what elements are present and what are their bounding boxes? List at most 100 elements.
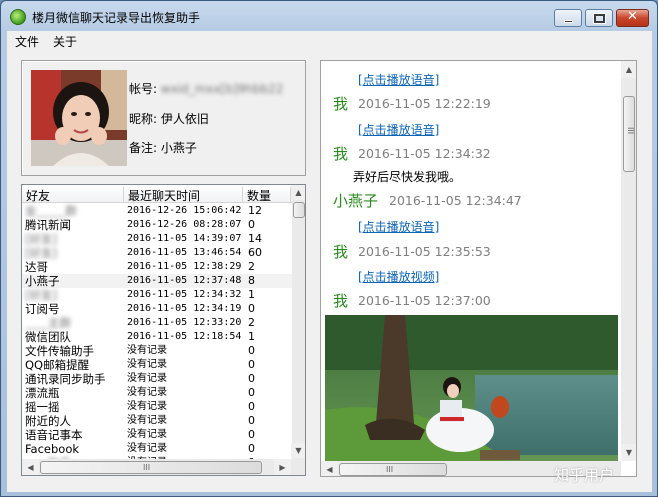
menu-about[interactable]: 关于: [53, 33, 77, 50]
message-sender: 我: [333, 95, 349, 113]
friend-list-vscrollbar[interactable]: ▲ ▼: [291, 185, 305, 459]
friend-list[interactable]: 好友 最近聊天时间 数量 金_____群 2016-12-26 15:06:42 1…: [21, 184, 306, 476]
message-count: 0: [248, 386, 255, 399]
account-label: 帐号: wxid_mxx[b]9hbb22: [129, 82, 284, 96]
menu-bar: 文件 关于: [7, 31, 652, 51]
friend-row[interactable]: 文件传输助手 没有记录 0: [22, 344, 292, 358]
last-chat-time: 2016-11-05 12:38:29: [127, 261, 242, 272]
friend-row[interactable]: 腾讯新闻 2016-12-26 08:28:07 0: [22, 218, 292, 232]
chat-scroll-down-button[interactable]: ▼: [621, 444, 636, 461]
friend-row[interactable]: 语音记事本 没有记录 0: [22, 428, 292, 442]
friend-name: 金_____群: [25, 204, 77, 218]
message-count: 1: [248, 330, 255, 343]
close-button[interactable]: ✕: [616, 9, 649, 27]
friend-name: 订阅号: [25, 302, 60, 316]
message-time: 2016-11-05 12:34:47: [389, 193, 522, 208]
maximize-icon: [593, 13, 606, 24]
message-sender: 小燕子: [333, 192, 379, 210]
menu-file[interactable]: 文件: [15, 33, 39, 50]
list-header: 好友 最近聊天时间 数量: [22, 185, 292, 203]
message-count: 60: [248, 246, 262, 259]
column-count[interactable]: 数量: [243, 187, 291, 203]
friend-name: [好友]: [25, 288, 57, 302]
last-chat-time: 没有记录: [127, 387, 167, 398]
column-friend[interactable]: 好友: [22, 187, 124, 203]
message-count: 2: [248, 316, 255, 329]
last-chat-time: 2016-12-26 15:06:42: [127, 205, 242, 216]
avatar: [31, 70, 127, 166]
chat-vscrollbar[interactable]: ▲ III ▼: [621, 61, 636, 461]
friend-row[interactable]: 摇一摇 没有记录 0: [22, 400, 292, 414]
friend-row[interactable]: [好友] 2016-11-05 14:39:07 14: [22, 232, 292, 246]
play-voice-link[interactable]: [点击播放语音]: [358, 121, 439, 138]
message-count: 14: [248, 232, 262, 245]
last-chat-time: 没有记录: [127, 443, 167, 454]
play-voice-link[interactable]: [点击播放语音]: [358, 71, 439, 88]
last-chat-time: 没有记录: [127, 373, 167, 384]
friend-name: [好友]: [25, 232, 57, 246]
column-last-chat-time[interactable]: 最近聊天时间: [124, 187, 243, 203]
chat-image[interactable]: [325, 315, 618, 476]
message-count: 12: [248, 204, 262, 217]
friend-name: 语音记事本: [25, 428, 83, 442]
minimize-icon: [564, 20, 573, 23]
friend-row[interactable]: 附近的人 没有记录 0: [22, 414, 292, 428]
chat-scroll-left-button[interactable]: ◀: [321, 461, 338, 476]
last-chat-time: 2016-11-05 14:39:07: [127, 233, 242, 244]
message-sender: 我: [333, 243, 349, 261]
friend-row[interactable]: 微信团队 2016-11-05 12:18:54 1: [22, 330, 292, 344]
last-chat-time: 没有记录: [127, 359, 167, 370]
message-time: 2016-11-05 12:37:00: [358, 293, 491, 308]
friend-row[interactable]: 漂流瓶 没有记录 0: [22, 386, 292, 400]
title-bar[interactable]: 楼月微信聊天记录导出恢复助手 ✕: [1, 1, 657, 31]
account-value: wxid_mxx[b]9hbb22: [160, 82, 284, 96]
chat-history-panel[interactable]: [点击播放语音] 我 2016-11-05 12:22:19 [点击播放语音] …: [320, 60, 637, 477]
client-area: 帐号: wxid_mxx[b]9hbb22 昵称: 伊人依旧 备注: 小燕子 好…: [7, 51, 652, 492]
friend-row[interactable]: 达哥 2016-11-05 12:38:29 2: [22, 260, 292, 274]
message-text: 弄好后尽快发我哦。: [353, 170, 462, 184]
last-chat-time: 没有记录: [127, 415, 167, 426]
play-voice-link[interactable]: [点击播放语音]: [358, 218, 439, 235]
scroll-up-button[interactable]: ▲: [291, 185, 305, 200]
friend-row[interactable]: 通讯录同步助手 没有记录 0: [22, 372, 292, 386]
message-count: 0: [248, 414, 255, 427]
app-logo-icon: [10, 9, 26, 25]
friend-row[interactable]: 金_____群 2016-12-26 15:06:42 12: [22, 204, 292, 218]
scroll-left-button[interactable]: ◀: [22, 459, 39, 475]
nickname-label: 昵称:: [129, 112, 158, 126]
minimize-button[interactable]: [554, 9, 582, 27]
friend-row[interactable]: [好友] 2016-11-05 13:46:54 60: [22, 246, 292, 260]
friend-row[interactable]: 小燕子 2016-11-05 12:37:48 8: [22, 274, 292, 288]
grip-icon: III: [386, 465, 394, 474]
friend-row[interactable]: Facebook 没有记录 0: [22, 442, 292, 456]
scroll-right-button[interactable]: ▶: [274, 459, 291, 475]
message-count: 1: [248, 288, 255, 301]
friend-name: 腾讯新闻: [25, 218, 71, 232]
friend-list-hthumb[interactable]: III: [40, 461, 262, 474]
friend-row[interactable]: 订阅号 2016-11-05 12:34:19 0: [22, 302, 292, 316]
friend-list-vthumb[interactable]: [293, 202, 305, 218]
friend-list-hscrollbar[interactable]: ◀ III ▶: [22, 459, 305, 475]
message-count: 0: [248, 344, 255, 357]
friend-row[interactable]: ____主群 2016-11-05 12:33:20 2: [22, 316, 292, 330]
scroll-down-button[interactable]: ▼: [291, 443, 305, 458]
friend-rows: 金_____群 2016-12-26 15:06:42 12 腾讯新闻 2016-12-…: [22, 204, 292, 470]
friend-name: 摇一摇: [25, 400, 60, 414]
chat-scroll-up-button[interactable]: ▲: [621, 61, 636, 78]
message-time: 2016-11-05 12:22:19: [358, 96, 491, 111]
grip-icon: III: [626, 127, 635, 135]
friend-name: 小燕子: [25, 274, 60, 288]
last-chat-time: 2016-11-05 12:34:32: [127, 289, 242, 300]
message-time: 2016-11-05 12:35:53: [358, 244, 491, 259]
chat-vthumb[interactable]: III: [623, 96, 635, 172]
last-chat-time: 2016-12-26 08:28:07: [127, 219, 242, 230]
friend-row[interactable]: [好友] 2016-11-05 12:34:32 1: [22, 288, 292, 302]
chat-hthumb[interactable]: III: [339, 463, 447, 476]
last-chat-time: 2016-11-05 12:37:48: [127, 275, 242, 286]
app-window: 楼月微信聊天记录导出恢复助手 ✕ 文件 关于 帐号: wxid_mxx[b]9h…: [0, 0, 658, 497]
maximize-button[interactable]: [585, 9, 613, 27]
friend-row[interactable]: QQ邮箱提醒 没有记录 0: [22, 358, 292, 372]
play-video-link[interactable]: [点击播放视频]: [358, 268, 439, 285]
nickname-row: 昵称: 伊人依旧: [129, 110, 209, 127]
message-count: 0: [248, 400, 255, 413]
